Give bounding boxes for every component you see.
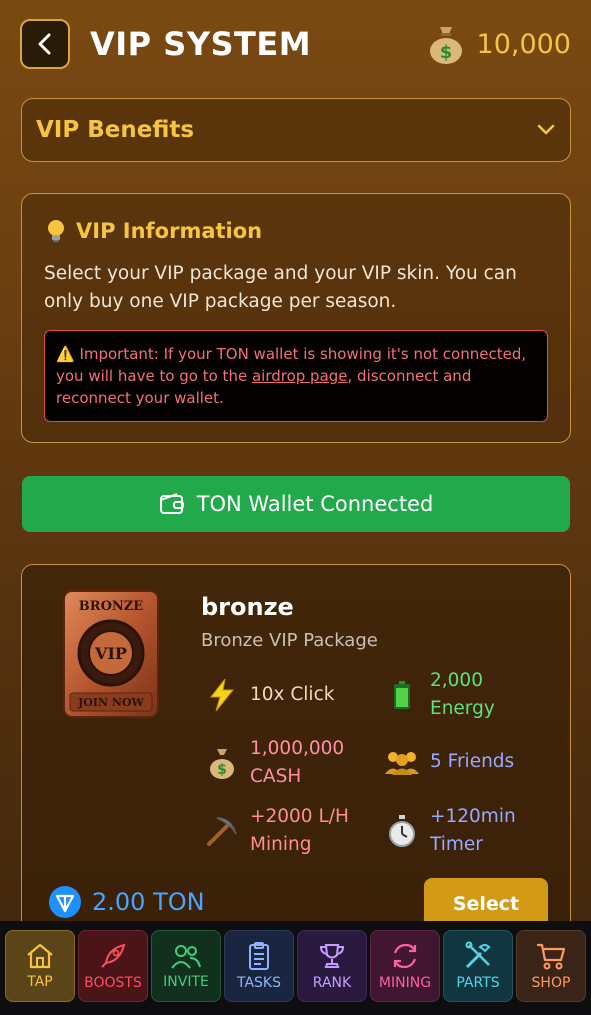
timer-value: +120min [430,806,516,827]
nav-tasks[interactable]: TASKS [224,930,294,1002]
clipboard-icon [249,942,269,970]
nav-boosts[interactable]: BOOSTS [78,930,148,1002]
nav-mining-label: MINING [378,975,432,991]
svg-text:$: $ [439,42,452,63]
nav-shop[interactable]: SHOP [516,930,586,1002]
nav-invite-label: INVITE [163,974,209,990]
timer-label: Timer [430,834,483,855]
vip-benefits-accordion[interactable]: VIP Benefits [21,98,571,162]
feature-energy: 2,000 Energy [382,667,495,723]
nav-tap[interactable]: TAP [5,930,75,1002]
warning-box: ⚠️ Important: If your TON wallet is show… [44,330,548,422]
pickaxe-icon [202,811,242,851]
tools-icon [465,941,491,969]
accordion-title: VIP Benefits [36,117,195,143]
nav-parts-label: PARTS [456,975,500,991]
money-bag-icon: $ [429,27,462,64]
ton-wallet-button[interactable]: TON Wallet Connected [22,476,570,532]
vip-package-card: BRONZE VIP JOIN NOW bronze Bronze VIP Pa… [21,564,571,944]
nav-parts[interactable]: PARTS [443,930,513,1002]
home-icon [27,943,53,969]
feature-timer-text: +120min Timer [430,803,516,859]
wallet-label: TON Wallet Connected [196,492,434,516]
energy-value: 2,000 [430,670,483,691]
lightbulb-icon [48,220,64,242]
refresh-icon [393,943,417,969]
package-price: 2.00 TON [48,885,205,919]
bronze-badge-image: BRONZE VIP JOIN NOW [60,589,162,723]
feature-timer: +120min Timer [382,803,516,859]
info-heading: VIP Information [44,218,548,244]
energy-label: Energy [430,698,495,719]
nav-mining[interactable]: MINING [370,930,440,1002]
nav-rank[interactable]: RANK [297,930,367,1002]
package-name: bronze [201,593,294,621]
bottom-nav: TAP BOOSTS INVITE TASKS RANK MINING PART… [0,921,591,1015]
money-bag-icon: $ [202,743,242,783]
feature-cash: $ 1,000,000 CASH [202,735,344,791]
nav-tap-label: TAP [27,974,53,990]
feature-mining-text: +2000 L/H Mining [250,803,349,859]
chevron-left-icon [38,33,51,55]
info-title: VIP Information [76,219,263,243]
feature-energy-text: 2,000 Energy [430,667,495,723]
feature-mining: +2000 L/H Mining [202,803,349,859]
nav-boosts-label: BOOSTS [84,975,142,991]
battery-icon [382,675,422,715]
page-title: VIP SYSTEM [90,25,312,63]
mining-label: Mining [250,834,312,855]
wallet-icon [159,493,184,514]
balance-value: 10,000 [476,28,571,60]
svg-text:$: $ [217,762,227,778]
feature-click: 10x Click [202,675,334,715]
lightning-icon [202,675,242,715]
shopping-cart-icon [537,943,566,970]
header: VIP SYSTEM $ 10,000 [20,18,571,70]
badge-top-text: BRONZE [79,599,143,614]
badge-center-text: VIP [94,644,127,663]
feature-click-text: 10x Click [250,684,335,705]
package-subtitle: Bronze VIP Package [201,630,378,651]
cash-value: 1,000,000 [250,738,345,759]
balance: $ 10,000 [427,23,571,65]
badge-bottom-text: JOIN NOW [77,696,144,709]
back-button[interactable] [20,19,70,69]
feature-cash-text: 1,000,000 CASH [250,735,344,791]
nav-tasks-label: TASKS [237,975,281,991]
vip-information-card: VIP Information Select your VIP package … [21,193,571,443]
nav-shop-label: SHOP [531,975,571,991]
nav-invite[interactable]: INVITE [151,930,221,1002]
feature-friends: 5 Friends [382,742,514,782]
ton-icon [49,886,81,918]
users-icon [171,945,201,969]
friends-group-icon [382,742,422,782]
info-text: Select your VIP package and your VIP ski… [44,263,517,312]
mining-value: +2000 L/H [250,806,349,827]
trophy-icon [319,944,345,968]
price-value: 2.00 TON [92,888,205,916]
airdrop-page-link[interactable]: airdrop page [252,367,348,385]
stopwatch-icon [382,811,422,851]
cash-label: CASH [250,766,302,787]
chevron-down-icon [537,124,555,135]
feature-friends-text: 5 Friends [430,751,515,772]
nav-rank-label: RANK [312,975,352,991]
rocket-icon [101,943,126,968]
